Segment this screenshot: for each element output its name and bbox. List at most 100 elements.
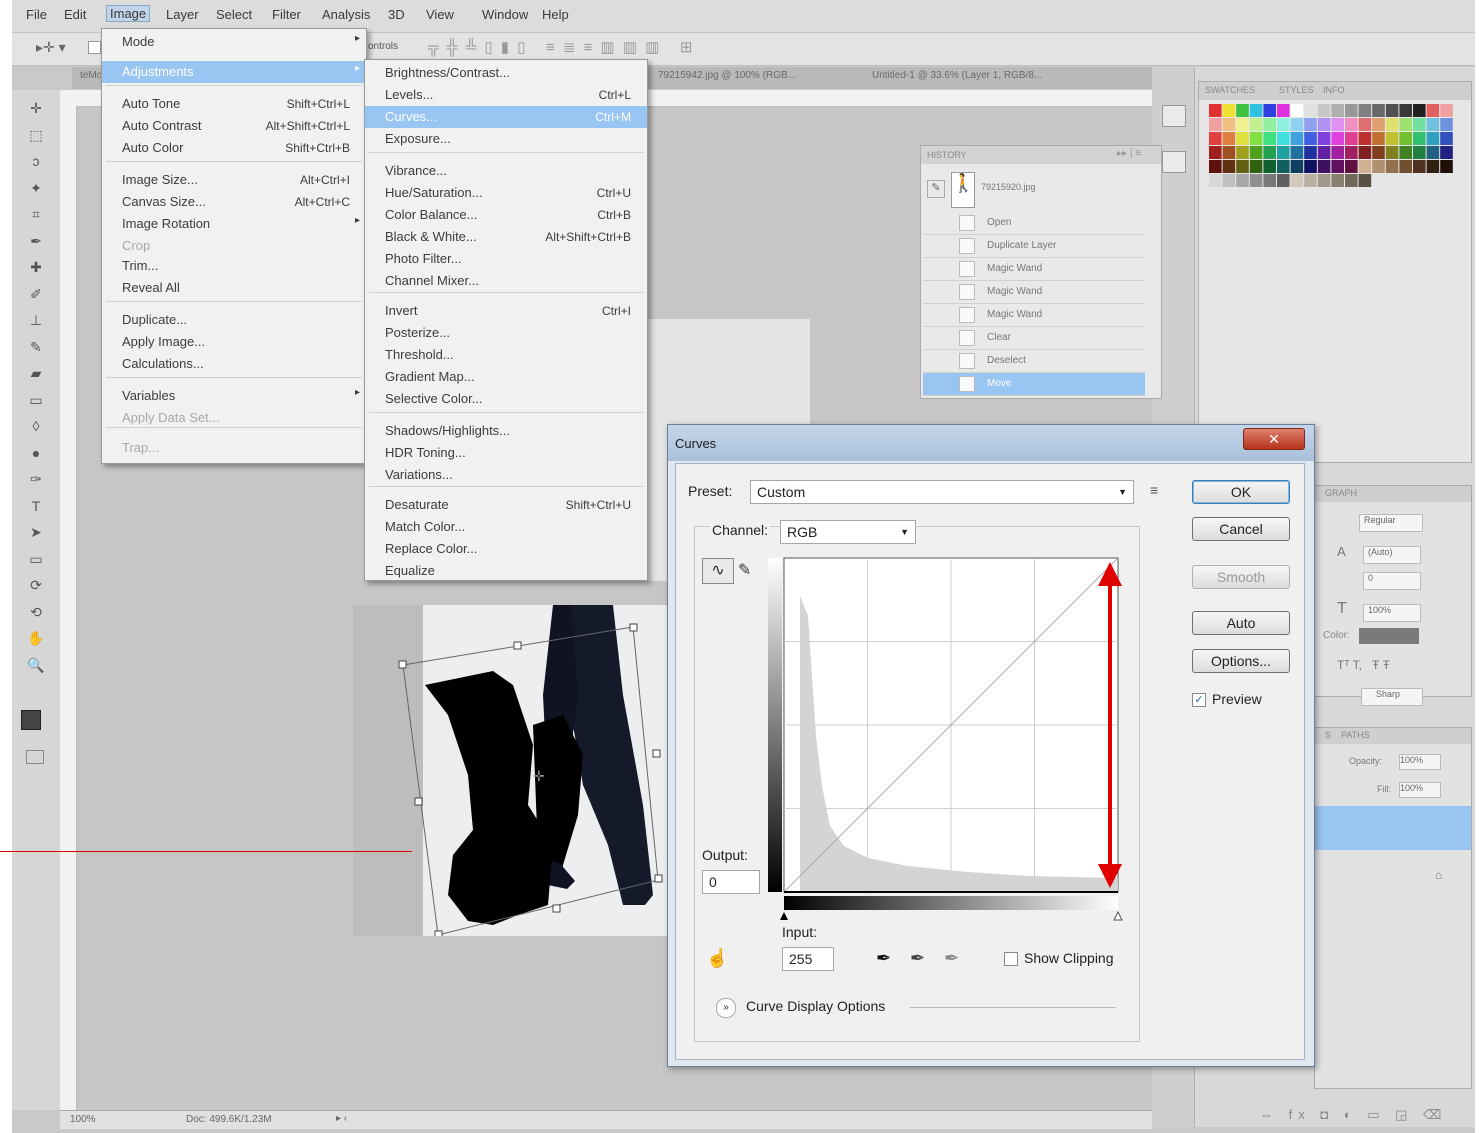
history-item[interactable]: Move bbox=[923, 373, 1145, 396]
image-menu-item[interactable]: Image Size... Alt+Ctrl+I bbox=[102, 169, 366, 191]
color-swatch[interactable] bbox=[1399, 146, 1412, 159]
tracking-field[interactable]: 0 bbox=[1363, 572, 1421, 590]
color-swatch[interactable] bbox=[1236, 118, 1249, 131]
menu-view[interactable]: View bbox=[426, 7, 454, 22]
color-swatch[interactable] bbox=[1399, 160, 1412, 173]
color-swatch[interactable] bbox=[1372, 132, 1385, 145]
document-tab[interactable]: 79215942.jpg @ 100% (RGB... bbox=[658, 70, 796, 81]
document-tab[interactable]: Untitled-1 @ 33.6% (Layer 1, RGB/8... bbox=[872, 70, 1042, 81]
image-menu-item[interactable]: Image Rotation ▸ bbox=[102, 213, 366, 235]
color-swatch[interactable] bbox=[1236, 160, 1249, 173]
image-menu-item[interactable]: Reveal All bbox=[102, 277, 366, 299]
tab-swatches[interactable]: SWATCHES bbox=[1205, 85, 1255, 95]
targeted-adjustment-icon[interactable]: ☝ bbox=[706, 948, 728, 969]
color-swatch[interactable] bbox=[1222, 104, 1236, 117]
paths-tab[interactable]: PATHS bbox=[1341, 730, 1370, 740]
adjustments-menu-item[interactable]: Variations... bbox=[365, 464, 647, 486]
color-swatch[interactable] bbox=[1358, 160, 1372, 173]
menu-image[interactable]: Image bbox=[106, 5, 151, 22]
adjustments-menu-item[interactable]: Exposure... bbox=[365, 128, 647, 150]
history-brush-icon[interactable]: ✎ bbox=[927, 180, 945, 198]
history-item[interactable]: Open bbox=[923, 212, 1145, 235]
color-swatch[interactable] bbox=[1263, 160, 1276, 173]
color-swatch[interactable] bbox=[1263, 104, 1276, 117]
lock-icon[interactable]: ⌂ bbox=[1435, 868, 1442, 882]
history-menu-icon[interactable]: ▸▸ | ≡ bbox=[1117, 148, 1141, 159]
brush-tool-icon[interactable]: ✐ bbox=[25, 284, 47, 304]
color-swatch[interactable] bbox=[1209, 104, 1222, 117]
color-swatch[interactable] bbox=[1345, 118, 1358, 131]
color-swatch[interactable] bbox=[1304, 104, 1317, 117]
eyedropper-tool-icon[interactable]: ✒ bbox=[25, 231, 47, 251]
cancel-button[interactable]: Cancel bbox=[1192, 517, 1290, 541]
color-swatch[interactable] bbox=[1209, 132, 1222, 145]
history-brush-tool-icon[interactable]: ✎ bbox=[25, 337, 47, 357]
menu-file[interactable]: File bbox=[26, 7, 47, 22]
ok-button[interactable]: OK bbox=[1192, 480, 1290, 504]
3d-rotate-tool-icon[interactable]: ⟳ bbox=[25, 575, 47, 595]
history-item[interactable]: Magic Wand bbox=[923, 304, 1145, 327]
color-swatch[interactable] bbox=[1236, 174, 1249, 187]
image-menu-item[interactable]: Duplicate... bbox=[102, 309, 366, 331]
photo-canvas[interactable]: ✛ bbox=[353, 605, 679, 936]
color-swatch[interactable] bbox=[1209, 146, 1222, 159]
color-swatch[interactable] bbox=[1236, 132, 1249, 145]
image-menu-item[interactable]: Variables ▸ bbox=[102, 385, 366, 407]
image-menu-item[interactable]: Canvas Size... Alt+Ctrl+C bbox=[102, 191, 366, 213]
color-swatch[interactable] bbox=[1426, 146, 1440, 159]
menu-filter[interactable]: Filter bbox=[272, 7, 301, 22]
close-icon[interactable]: ✕ bbox=[1243, 428, 1305, 450]
color-swatch[interactable] bbox=[1331, 160, 1344, 173]
expand-options-icon[interactable]: » bbox=[716, 998, 736, 1018]
image-menu-item[interactable]: Crop bbox=[102, 235, 366, 257]
color-swatch[interactable] bbox=[1317, 132, 1331, 145]
tab-styles[interactable]: STYLES bbox=[1279, 85, 1314, 95]
color-swatch[interactable] bbox=[1413, 104, 1426, 117]
move-tool-icon[interactable]: ✛ bbox=[25, 98, 47, 118]
selected-layer-row[interactable] bbox=[1315, 806, 1471, 850]
output-field[interactable]: 0 bbox=[702, 870, 760, 894]
adjustments-menu-item[interactable]: Color Balance... Ctrl+B bbox=[365, 204, 647, 226]
color-swatch[interactable] bbox=[1290, 174, 1304, 187]
color-swatch[interactable] bbox=[1236, 104, 1249, 117]
color-swatch[interactable] bbox=[1290, 146, 1304, 159]
color-swatch[interactable] bbox=[1345, 174, 1358, 187]
color-swatch[interactable] bbox=[1372, 104, 1385, 117]
preview-checkbox[interactable]: ✓ bbox=[1192, 693, 1206, 707]
color-swatch[interactable] bbox=[1290, 132, 1304, 145]
image-menu-item[interactable]: Adjustments ▸ bbox=[102, 61, 366, 83]
adjustments-menu-item[interactable]: Brightness/Contrast... bbox=[365, 62, 647, 84]
color-swatch[interactable] bbox=[1426, 132, 1440, 145]
color-swatch[interactable] bbox=[1385, 104, 1399, 117]
character-tab[interactable]: GRAPH bbox=[1325, 488, 1357, 498]
adjustments-menu-item[interactable]: Curves... Ctrl+M bbox=[365, 106, 647, 128]
history-item[interactable]: Duplicate Layer bbox=[923, 235, 1145, 258]
adjustments-menu-item[interactable]: Desaturate Shift+Ctrl+U bbox=[365, 494, 647, 516]
color-swatch[interactable] bbox=[1372, 118, 1385, 131]
quick-mask-icon[interactable] bbox=[26, 750, 44, 764]
color-swatch[interactable] bbox=[1209, 118, 1222, 131]
text-color-swatch[interactable] bbox=[1359, 628, 1419, 644]
white-point-slider[interactable] bbox=[1113, 910, 1123, 921]
color-swatch[interactable] bbox=[1399, 104, 1412, 117]
foreground-color-swatch[interactable] bbox=[21, 710, 41, 730]
3d-orbit-tool-icon[interactable]: ⟲ bbox=[25, 602, 47, 622]
color-swatch[interactable] bbox=[1263, 146, 1276, 159]
menu-select[interactable]: Select bbox=[216, 7, 252, 22]
color-swatch[interactable] bbox=[1440, 146, 1453, 159]
color-swatch[interactable] bbox=[1385, 132, 1399, 145]
color-swatch[interactable] bbox=[1372, 146, 1385, 159]
preset-options-icon[interactable]: ≡ bbox=[1150, 482, 1158, 498]
color-swatch[interactable] bbox=[1345, 104, 1358, 117]
show-clipping-checkbox[interactable] bbox=[1004, 952, 1018, 966]
color-swatch[interactable] bbox=[1426, 118, 1440, 131]
color-swatch[interactable] bbox=[1277, 146, 1290, 159]
color-swatch[interactable] bbox=[1358, 146, 1372, 159]
color-swatch[interactable] bbox=[1358, 104, 1372, 117]
color-swatch[interactable] bbox=[1440, 118, 1453, 131]
image-menu-item[interactable]: Auto Tone Shift+Ctrl+L bbox=[102, 93, 366, 115]
color-swatch[interactable] bbox=[1345, 132, 1358, 145]
black-point-slider[interactable] bbox=[780, 912, 788, 920]
adjustments-menu-item[interactable]: Posterize... bbox=[365, 322, 647, 344]
adjustments-menu-item[interactable]: Hue/Saturation... Ctrl+U bbox=[365, 182, 647, 204]
